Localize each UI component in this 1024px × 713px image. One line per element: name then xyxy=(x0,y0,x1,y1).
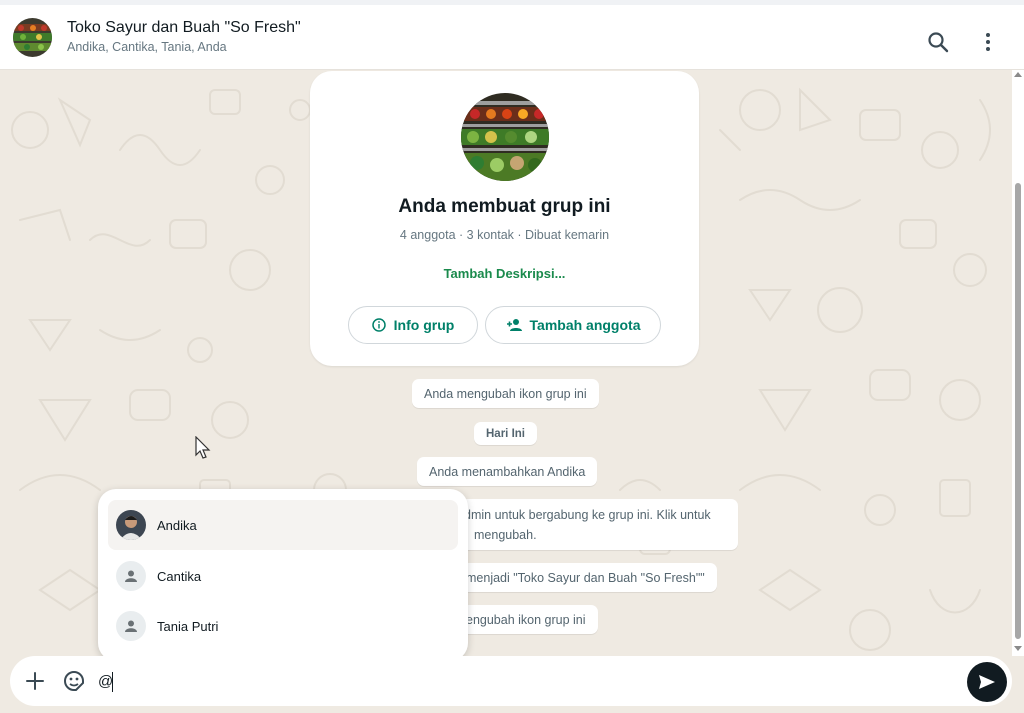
system-message: Anda menambahkan Andika xyxy=(417,457,598,486)
person-photo-icon xyxy=(116,510,146,540)
search-icon[interactable] xyxy=(927,31,949,53)
add-description-link[interactable]: Tambah Deskripsi... xyxy=(310,266,699,281)
mention-suggestions: Andika Cantika Tania Putri xyxy=(98,489,468,661)
default-avatar-icon xyxy=(116,561,146,591)
scrollbar-thumb[interactable] xyxy=(1015,183,1021,639)
add-member-button[interactable]: Tambah anggota xyxy=(485,306,661,344)
message-composer xyxy=(10,656,1012,706)
date-divider: Hari Ini xyxy=(474,422,537,445)
add-member-label: Tambah anggota xyxy=(529,317,641,333)
message-input[interactable] xyxy=(98,668,948,694)
system-message-line: mengubah. xyxy=(474,527,537,542)
info-icon xyxy=(371,318,386,332)
group-info-label: Info grup xyxy=(393,317,455,333)
mention-name: Cantika xyxy=(157,568,202,584)
sticker-icon[interactable] xyxy=(62,669,86,693)
group-created-title: Anda membuat grup ini xyxy=(398,196,611,217)
scroll-up-arrow-icon[interactable] xyxy=(1014,72,1022,77)
mention-item-cantika[interactable]: Cantika xyxy=(108,551,458,601)
chat-title[interactable]: Toko Sayur dan Buah "So Fresh" xyxy=(67,19,301,37)
produce-photo-icon xyxy=(13,18,52,57)
more-vertical-icon[interactable] xyxy=(978,31,998,53)
mention-item-andika[interactable]: Andika xyxy=(108,500,458,550)
scroll-down-arrow-icon[interactable] xyxy=(1014,646,1022,651)
chat-members[interactable]: Andika, Cantika, Tania, Anda xyxy=(67,40,227,54)
default-avatar-icon xyxy=(116,611,146,641)
system-message-line: dmin untuk bergabung ke grup ini. Klik u… xyxy=(464,507,711,522)
group-created-card: Anda membuat grup ini 4 anggota · 3 kont… xyxy=(310,71,699,366)
group-info-button[interactable]: Info grup xyxy=(348,306,478,344)
group-meta: 4 anggota · 3 kontak · Dibuat kemarin xyxy=(399,228,610,242)
system-message: menjadi "Toko Sayur dan Buah "So Fresh"" xyxy=(440,563,717,592)
system-message-multiline: dmin untuk bergabung ke grup ini. Klik u… xyxy=(440,499,738,550)
mouse-cursor-icon xyxy=(195,435,211,460)
produce-photo-icon xyxy=(461,93,549,181)
mention-name: Tania Putri xyxy=(157,618,219,634)
mention-item-tania-putri[interactable]: Tania Putri xyxy=(108,601,458,651)
avatar xyxy=(116,510,146,540)
group-photo[interactable] xyxy=(461,93,549,181)
system-message: Anda mengubah ikon grup ini xyxy=(412,379,599,408)
text-caret xyxy=(112,672,113,692)
send-button[interactable] xyxy=(967,662,1007,702)
send-icon xyxy=(979,675,995,689)
plus-icon[interactable] xyxy=(24,670,46,692)
mention-name: Andika xyxy=(157,517,197,533)
group-avatar[interactable] xyxy=(13,18,52,57)
add-person-icon xyxy=(506,319,522,331)
chat-header[interactable]: Toko Sayur dan Buah "So Fresh" Andika, C… xyxy=(0,5,1024,70)
